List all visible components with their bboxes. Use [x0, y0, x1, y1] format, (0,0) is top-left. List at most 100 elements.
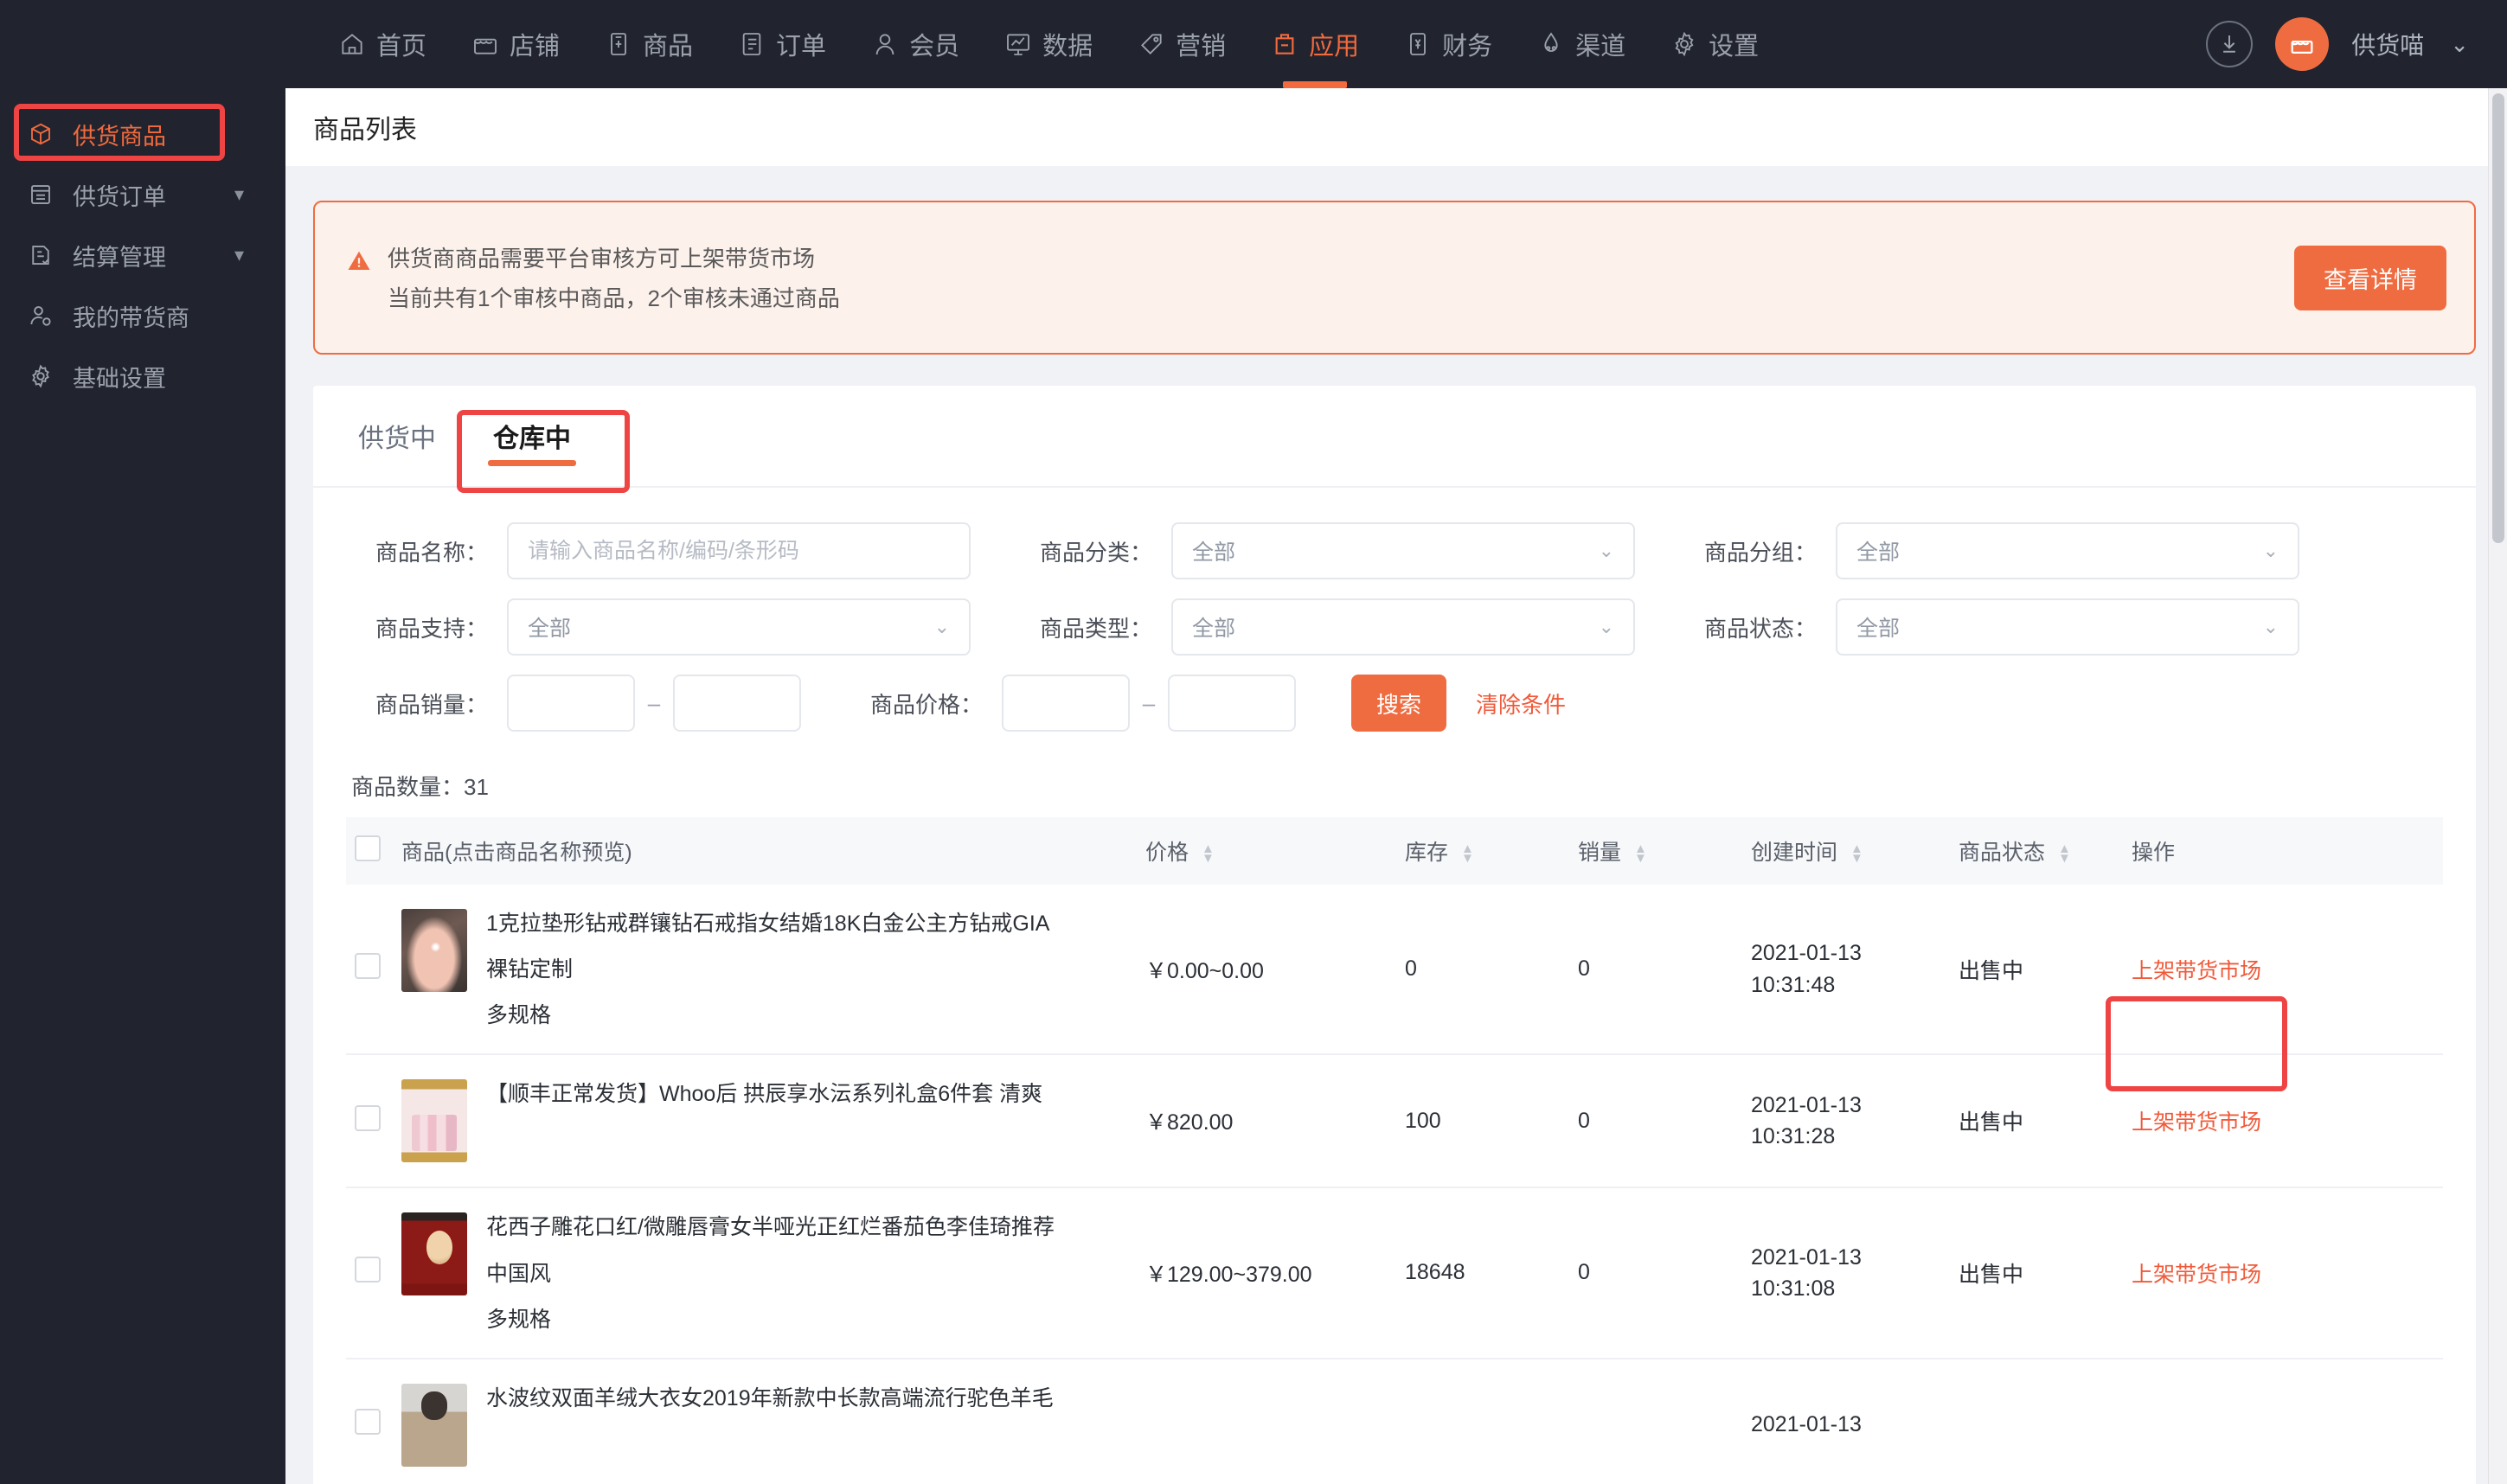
user-name[interactable]: 供货喵	[2351, 27, 2424, 61]
row-checkbox[interactable]	[355, 1104, 381, 1131]
input-price-min[interactable]	[1002, 675, 1130, 732]
nav-label-shop: 店铺	[510, 33, 561, 61]
apps-icon	[1271, 30, 1298, 58]
product-thumbnail[interactable]	[401, 1079, 467, 1163]
sort-icon-created[interactable]: ▲ ▼	[1850, 842, 1863, 865]
tab-supplying[interactable]: 供货中	[351, 385, 443, 487]
sidebar-item-settlement[interactable]: 结算管理 ▾	[0, 225, 285, 285]
product-thumbnail[interactable]	[401, 1383, 467, 1467]
header-created[interactable]: 创建时间 ▲ ▼	[1742, 817, 1950, 885]
nav-item-data[interactable]: 数据	[982, 0, 1115, 88]
header-price[interactable]: 价格 ▲ ▼	[1137, 817, 1396, 885]
row-checkbox[interactable]	[355, 953, 381, 980]
select-product-status[interactable]: 全部 ⌄	[1836, 598, 2299, 656]
nav-item-settings[interactable]: 设置	[1648, 0, 1781, 88]
search-button[interactable]: 搜索	[1351, 675, 1446, 732]
sort-icon-price[interactable]: ▲ ▼	[1202, 842, 1215, 865]
row-sales	[1569, 1358, 1742, 1484]
row-created-date: 2021-01-13	[1751, 1093, 1862, 1117]
table-row[interactable]: 水波纹双面羊绒大衣女2019年新款中长款高端流行驼色羊毛 2021-01-13	[346, 1358, 2443, 1484]
top-nav-items: 首页 店铺 商品 订单 会员 数据 营销 应用 财务 渠道 设置	[316, 0, 1781, 88]
nav-item-apps[interactable]: 应用	[1248, 0, 1382, 88]
sort-icon-status[interactable]: ▲ ▼	[2058, 842, 2071, 865]
clear-conditions-link[interactable]: 清除条件	[1476, 688, 1566, 720]
nav-item-order[interactable]: 订单	[715, 0, 849, 88]
header-label-product: 商品(点击商品名称预览)	[401, 841, 632, 865]
main-content: 商品列表 供货商商品需要平台审核方可上架带货市场 当前共有1个审核中商品，2个审…	[285, 88, 2507, 1484]
select-product-support[interactable]: 全部 ⌄	[507, 598, 971, 656]
list-to-market-link[interactable]: 上架带货市场	[2132, 959, 2261, 983]
sort-icon-sales[interactable]: ▲ ▼	[1634, 842, 1647, 865]
sidebar-item-supply-goods[interactable]: 供货商品	[0, 104, 285, 164]
select-wrap-support: 全部 ⌄	[507, 598, 971, 656]
nav-item-goods[interactable]: 商品	[582, 0, 715, 88]
product-name[interactable]: 【顺丰正常发货】Whoo后 拱辰享水沄系列礼盒6件套 清爽	[486, 1081, 1042, 1108]
filter-product-category: 商品分类： 全部 ⌄	[1016, 522, 1635, 579]
select-product-category[interactable]: 全部 ⌄	[1171, 522, 1635, 579]
vertical-scrollbar[interactable]	[2488, 88, 2507, 1484]
header-select-all	[346, 817, 393, 885]
sidebar-item-my-distributors[interactable]: 我的带货商	[0, 285, 285, 346]
filter-label-product-category: 商品分类：	[1039, 539, 1152, 566]
chevron-down-icon[interactable]: ▾	[234, 183, 244, 206]
product-count-line: 商品数量：31	[313, 751, 2476, 817]
row-action	[2123, 1358, 2443, 1484]
search-input-product-name[interactable]	[507, 522, 971, 579]
select-all-checkbox[interactable]	[355, 835, 381, 861]
row-product-cell: 【顺丰正常发货】Whoo后 拱辰享水沄系列礼盒6件套 清爽	[393, 1054, 1137, 1189]
sidebar-label-basic-settings: 基础设置	[73, 365, 166, 392]
chevron-down-icon[interactable]: ⌄	[2450, 31, 2469, 58]
nav-item-member[interactable]: 会员	[849, 0, 982, 88]
table-row[interactable]: 【顺丰正常发货】Whoo后 拱辰享水沄系列礼盒6件套 清爽 ￥820.00 10…	[346, 1054, 2443, 1189]
select-wrap-status: 全部 ⌄	[1836, 598, 2299, 656]
list-to-market-link[interactable]: 上架带货市场	[2132, 1110, 2261, 1135]
row-stock: 18648	[1396, 1187, 1569, 1359]
nav-item-home[interactable]: 首页	[316, 0, 449, 88]
product-cell: 【顺丰正常发货】Whoo后 拱辰享水沄系列礼盒6件套 清爽	[401, 1079, 1128, 1163]
row-checkbox[interactable]	[355, 1409, 381, 1435]
sidebar-item-basic-settings[interactable]: 基础设置	[0, 346, 285, 406]
nav-item-shop[interactable]: 店铺	[449, 0, 582, 88]
avatar[interactable]	[2275, 17, 2330, 71]
view-details-button[interactable]: 查看详情	[2294, 245, 2446, 310]
header-stock[interactable]: 库存 ▲ ▼	[1396, 817, 1569, 885]
table-header: 商品(点击商品名称预览) 价格 ▲ ▼ 库存 ▲ ▼ 销量 ▲ ▼ 创建时间 ▲…	[346, 817, 2443, 885]
download-icon[interactable]	[2206, 21, 2254, 67]
product-count-value: 31	[464, 774, 489, 800]
nav-item-marketing[interactable]: 营销	[1115, 0, 1248, 88]
scrollbar-thumb[interactable]	[2492, 93, 2504, 543]
row-checkbox[interactable]	[355, 1257, 381, 1283]
sort-icon-stock[interactable]: ▲ ▼	[1461, 842, 1474, 865]
product-thumbnail[interactable]	[401, 909, 467, 992]
row-created: 2021-01-13 10:31:48	[1742, 885, 1950, 1056]
header-status[interactable]: 商品状态 ▲ ▼	[1950, 817, 2123, 885]
select-product-type[interactable]: 全部 ⌄	[1171, 598, 1635, 656]
row-checkbox-cell	[346, 1187, 393, 1359]
chevron-down-icon[interactable]: ▾	[234, 244, 244, 266]
row-checkbox-cell	[346, 1358, 393, 1484]
input-price-max[interactable]	[1168, 675, 1296, 732]
list-to-market-link[interactable]: 上架带货市场	[2132, 1263, 2261, 1287]
nav-label-marketing: 营销	[1176, 33, 1227, 61]
nav-item-channel[interactable]: 渠道	[1515, 0, 1648, 88]
input-sales-max[interactable]	[673, 675, 801, 732]
box-icon	[28, 121, 54, 147]
tab-warehouse[interactable]: 仓库中	[486, 385, 578, 487]
table-header-row: 商品(点击商品名称预览) 价格 ▲ ▼ 库存 ▲ ▼ 销量 ▲ ▼ 创建时间 ▲…	[346, 817, 2443, 885]
product-count-label: 商品数量：	[351, 774, 465, 800]
product-name[interactable]: 1克拉垫形钻戒群镶钻石戒指女结婚18K白金公主方钻戒GIA	[486, 911, 1049, 937]
header-sales[interactable]: 销量 ▲ ▼	[1569, 817, 1742, 885]
product-thumbnail[interactable]	[401, 1212, 467, 1296]
product-name[interactable]: 花西子雕花口红/微雕唇膏女半哑光正红烂番茄色李佳琦推荐	[486, 1214, 1055, 1241]
product-name[interactable]: 水波纹双面羊绒大衣女2019年新款中长款高端流行驼色羊毛	[486, 1385, 1054, 1412]
table-row[interactable]: 花西子雕花口红/微雕唇膏女半哑光正红烂番茄色李佳琦推荐 中国风 多规格 ￥129…	[346, 1187, 2443, 1359]
select-product-group[interactable]: 全部 ⌄	[1836, 522, 2299, 579]
filter-product-sales-range: 商品销量： –	[351, 675, 801, 732]
top-navigation-bar: 首页 店铺 商品 订单 会员 数据 营销 应用 财务 渠道 设置 供货喵 ⌄	[0, 0, 2507, 88]
input-sales-min[interactable]	[507, 675, 635, 732]
filter-panel: 商品名称： 商品分类： 全部 ⌄ 商品分组：	[313, 488, 2476, 732]
sidebar-item-supply-orders[interactable]: 供货订单 ▾	[0, 164, 285, 225]
table-row[interactable]: 1克拉垫形钻戒群镶钻石戒指女结婚18K白金公主方钻戒GIA 裸钻定制 多规格 ￥…	[346, 885, 2443, 1056]
select-wrap-group: 全部 ⌄	[1836, 522, 2299, 579]
nav-item-finance[interactable]: 财务	[1382, 0, 1515, 88]
